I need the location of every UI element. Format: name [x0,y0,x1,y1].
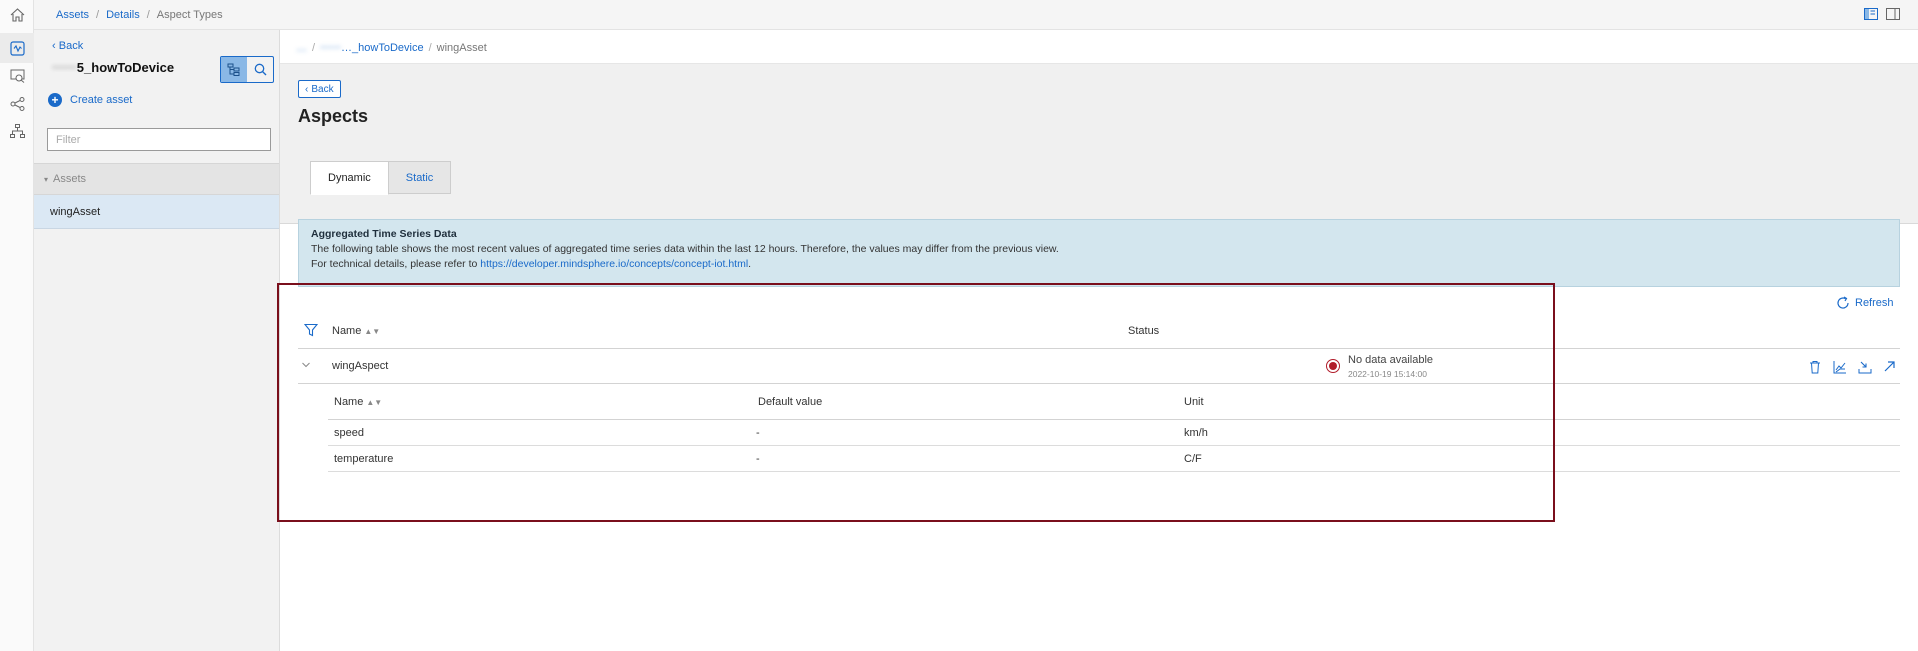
sort-icon: ▲▼ [366,398,383,407]
variable-row: speed - km/h [328,420,1900,446]
chart-icon[interactable] [1831,358,1848,375]
redacted-text: ⋅⋅⋅⋅⋅⋅ [52,60,77,75]
variables-column-default: Default value [758,396,823,408]
breadcrumb-separator: / [428,42,432,54]
info-line-1: The following table shows the most recen… [311,243,1059,255]
chevron-down-icon[interactable] [301,360,311,373]
sort-icon: ▲▼ [364,327,381,336]
split-layout-icon[interactable] [1886,8,1900,23]
info-title: Aggregated Time Series Data [311,228,457,240]
aspect-status-time: 2022-10-19 15:14:00 [1348,369,1427,379]
column-header-name[interactable]: Name ▲▼ [332,325,380,337]
refresh-icon [1837,296,1849,309]
variables-header-row: Name ▲▼ Default value Unit [328,384,1900,420]
caret-down-icon: ▾ [44,174,49,184]
variable-unit: C/F [1184,453,1202,465]
section-label: Assets [53,173,87,185]
info-banner: Aggregated Time Series Data The followin… [298,219,1900,287]
breadcrumb-separator: / [96,9,100,21]
variable-row: temperature - C/F [328,446,1900,472]
app-rail [0,0,34,651]
breadcrumb-tenant[interactable]: … [296,42,307,54]
main-breadcrumb-bar [280,30,1918,64]
breadcrumb-separator: / [146,9,150,21]
aspect-tabs: Dynamic Static [310,161,452,195]
variable-name: speed [334,427,364,439]
home-icon[interactable] [0,0,34,30]
sidebar-layout-icon[interactable] [1864,8,1878,23]
delete-icon[interactable] [1806,358,1823,375]
back-button[interactable]: ‹ Back [298,80,341,98]
variables-column-name[interactable]: Name ▲▼ [334,396,382,408]
breadcrumb-separator: / [312,42,316,54]
aspect-status: No data available [1348,354,1434,366]
import-icon[interactable] [1856,358,1873,375]
column-header-name-label: Name [332,325,362,337]
create-asset-button[interactable]: + Create asset [48,93,132,107]
main-breadcrumb: … / ⋅⋅⋅⋅⋅⋅…_howToDevice / wingAsset [296,41,487,54]
info-line-2-prefix: For technical details, please refer to [311,258,481,270]
tab-static[interactable]: Static [388,161,452,194]
layout-toggle-group [1864,8,1900,23]
report-icon[interactable] [0,61,34,91]
top-bar: Assets / Details / Aspect Types [0,0,1918,30]
page-header-area [280,64,1918,224]
share-icon[interactable] [0,89,34,119]
main-content: … / ⋅⋅⋅⋅⋅⋅…_howToDevice / wingAsset ‹ Back A… [280,30,1918,651]
sidebar-asset-title: ⋅⋅⋅⋅⋅⋅5_howToDevice [52,60,174,76]
filter-icon[interactable] [303,323,319,340]
table-header-row: Name ▲▼ Status [298,313,1900,349]
plus-icon: + [48,93,62,107]
breadcrumb-current: wingAsset [436,42,487,54]
sidebar-asset-title-text: 5_howToDevice [76,60,175,75]
sidebar-item-label: wingAsset [50,205,101,218]
variables-column-unit: Unit [1184,396,1204,408]
sidebar-view-toggle [220,56,274,83]
filter-input[interactable] [47,128,271,151]
search-icon[interactable] [247,57,273,82]
tab-dynamic[interactable]: Dynamic [310,161,389,195]
asset-sidebar: ‹ Back ⋅⋅⋅⋅⋅⋅5_howToDevice + Create asse… [34,30,280,651]
back-button-label: Back [311,83,334,95]
refresh-button[interactable]: Refresh [1836,296,1894,310]
breadcrumb-aspect-types: Aspect Types [156,9,223,21]
aspect-name: wingAspect [332,360,389,372]
breadcrumb: Assets / Details / Aspect Types [56,9,223,21]
column-header-status: Status [1128,325,1160,337]
asset-manager-icon[interactable] [0,33,34,63]
variables-column-name-label: Name [334,396,364,408]
breadcrumb-parent-asset[interactable]: ⋅⋅⋅⋅⋅⋅…_howToDevice [320,42,424,54]
redacted-text: ⋅⋅⋅⋅⋅⋅ [320,42,342,54]
page-title: Aspects [298,106,369,126]
aspect-row[interactable]: wingAspect No data available 2022-10-19 … [298,349,1900,384]
variable-default: - [756,453,760,465]
row-actions [1806,358,1898,375]
breadcrumb-parent-asset-text: …_howToDevice [341,42,424,54]
sidebar-back-link[interactable]: ‹ Back [52,40,83,52]
hierarchy-icon[interactable] [0,116,34,146]
variable-name: temperature [334,453,394,465]
breadcrumb-assets[interactable]: Assets [56,9,89,21]
info-line-2: For technical details, please refer to h… [311,257,1887,272]
create-asset-label: Create asset [70,94,133,106]
chevron-left-icon: ‹ [305,83,309,95]
variable-default: - [756,427,760,439]
variable-unit: km/h [1184,427,1208,439]
breadcrumb-details[interactable]: Details [106,9,140,21]
refresh-label: Refresh [1855,297,1894,309]
sidebar-item-wingasset[interactable]: wingAsset [34,195,279,229]
info-line-2-suffix: . [748,258,752,270]
docs-link[interactable]: https://developer.mindsphere.io/concepts… [480,258,748,270]
open-external-icon[interactable] [1881,358,1898,375]
assets-section-header[interactable]: ▾ Assets [34,163,279,195]
tree-view-icon[interactable] [221,57,247,82]
status-error-icon [1326,359,1340,373]
sidebar-back-label: Back [58,40,84,52]
